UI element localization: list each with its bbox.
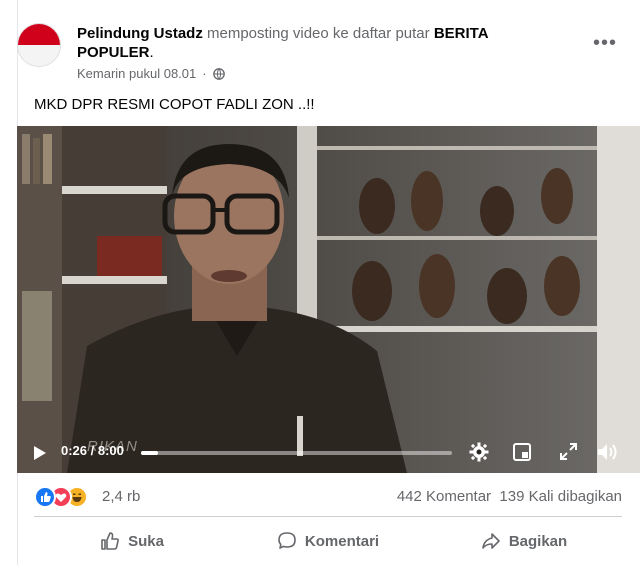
post-meta: Kemarin pukul 08.01 · — [77, 66, 225, 81]
video-frame: RIKAN — [17, 126, 640, 473]
post-header: Pelindung Ustadz memposting video ke daf… — [17, 18, 623, 84]
post-header-text: Pelindung Ustadz memposting video ke daf… — [77, 24, 547, 62]
like-label: Suka — [128, 532, 164, 550]
picture-in-picture-icon[interactable] — [513, 443, 531, 461]
playlist-suffix: . — [149, 44, 154, 61]
play-icon[interactable] — [33, 445, 47, 461]
comment-share-stats: 442 Komentar 139 Kali dibagikan — [397, 488, 622, 505]
author-name[interactable]: Pelindung Ustadz — [77, 25, 203, 42]
timestamp[interactable]: Kemarin pukul 08.01 — [77, 66, 196, 81]
current-time: 0:26 — [61, 443, 88, 458]
progress-fill — [141, 451, 158, 455]
comment-button[interactable]: Komentari — [230, 522, 426, 560]
avatar[interactable] — [17, 23, 61, 67]
dot-separator: · — [202, 66, 207, 81]
flag-red — [18, 24, 60, 45]
flag-white — [18, 45, 60, 66]
like-reaction-icon — [34, 486, 56, 508]
globe-icon[interactable] — [212, 67, 225, 80]
volume-icon[interactable] — [597, 442, 619, 462]
time-display: 0:26 / 8:00 — [61, 443, 124, 458]
share-count[interactable]: 139 Kali dibagikan — [499, 488, 622, 505]
playlist-name-part1[interactable]: BERITA — [434, 25, 489, 42]
comment-icon — [278, 532, 296, 549]
post-stats: 2,4 rb 442 Komentar 139 Kali dibagikan — [34, 486, 622, 508]
comment-count[interactable]: 442 Komentar — [397, 488, 491, 505]
settings-gear-icon[interactable] — [469, 442, 489, 462]
progress-bar[interactable] — [141, 451, 452, 455]
playlist-name-part2[interactable]: POPULER — [77, 44, 150, 61]
post-caption: MKD DPR RESMI COPOT FADLI ZON ..!! — [34, 96, 315, 113]
divider — [34, 516, 622, 517]
ellipsis-icon[interactable]: ••• — [593, 32, 617, 55]
reaction-count[interactable]: 2,4 rb — [102, 488, 140, 505]
post-action-text: memposting video ke daftar putar — [202, 25, 434, 42]
post-actions: Suka Komentari Bagikan — [34, 522, 622, 560]
thumbs-up-icon — [101, 532, 119, 550]
like-button[interactable]: Suka — [34, 522, 230, 560]
share-label: Bagikan — [508, 532, 568, 550]
video-controls: 0:26 / 8:00 — [17, 429, 640, 473]
video-player[interactable]: RIKAN 0:26 / 8:00 — [17, 126, 640, 473]
share-button[interactable]: Bagikan — [426, 522, 622, 560]
duration: 8:00 — [97, 443, 124, 458]
fullscreen-icon[interactable] — [560, 443, 577, 460]
time-separator: / — [87, 443, 98, 458]
comment-label: Komentari — [304, 532, 380, 550]
share-icon — [482, 533, 500, 549]
